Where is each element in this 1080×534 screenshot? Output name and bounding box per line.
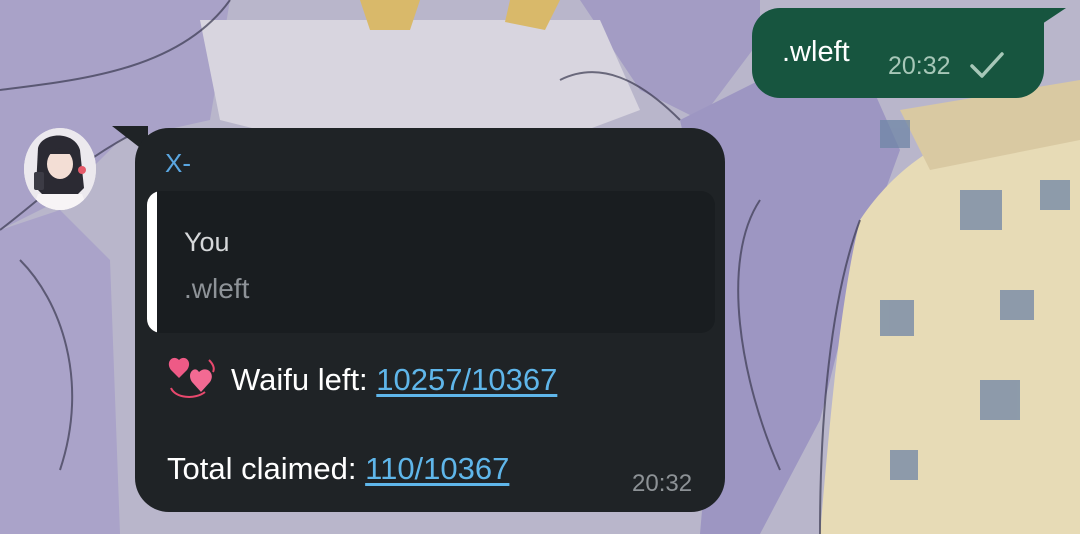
waifu-left-link[interactable]: 10257/10367 xyxy=(376,362,557,397)
reply-author: You xyxy=(184,227,230,257)
single-check-icon xyxy=(970,52,1004,78)
outgoing-message-text: .wleft xyxy=(782,36,850,68)
waifu-left-line: Waifu left: 10257/10367 xyxy=(165,357,557,406)
outgoing-message-time: 20:32 xyxy=(888,52,951,80)
sender-avatar[interactable] xyxy=(24,128,96,210)
waifu-left-label: Waifu left: xyxy=(231,362,377,398)
total-claimed-line: Total claimed: 110/10367 xyxy=(167,451,509,487)
incoming-message-time: 20:32 xyxy=(632,470,693,497)
reply-quote-bar xyxy=(147,191,157,333)
total-claimed-label: Total claimed: xyxy=(167,451,366,486)
sender-name[interactable]: X- xyxy=(165,148,191,179)
revolving-hearts-icon xyxy=(168,357,215,398)
outgoing-message-bubble[interactable]: .wleft 20:32 xyxy=(752,8,1044,98)
total-claimed-link[interactable]: 110/10367 xyxy=(365,451,509,486)
incoming-message-bubble[interactable]: X- You .wleft Waifu left: 10257/10367 To… xyxy=(135,128,725,512)
reply-quote[interactable]: You .wleft xyxy=(147,191,715,333)
reply-text: .wleft xyxy=(184,273,250,304)
